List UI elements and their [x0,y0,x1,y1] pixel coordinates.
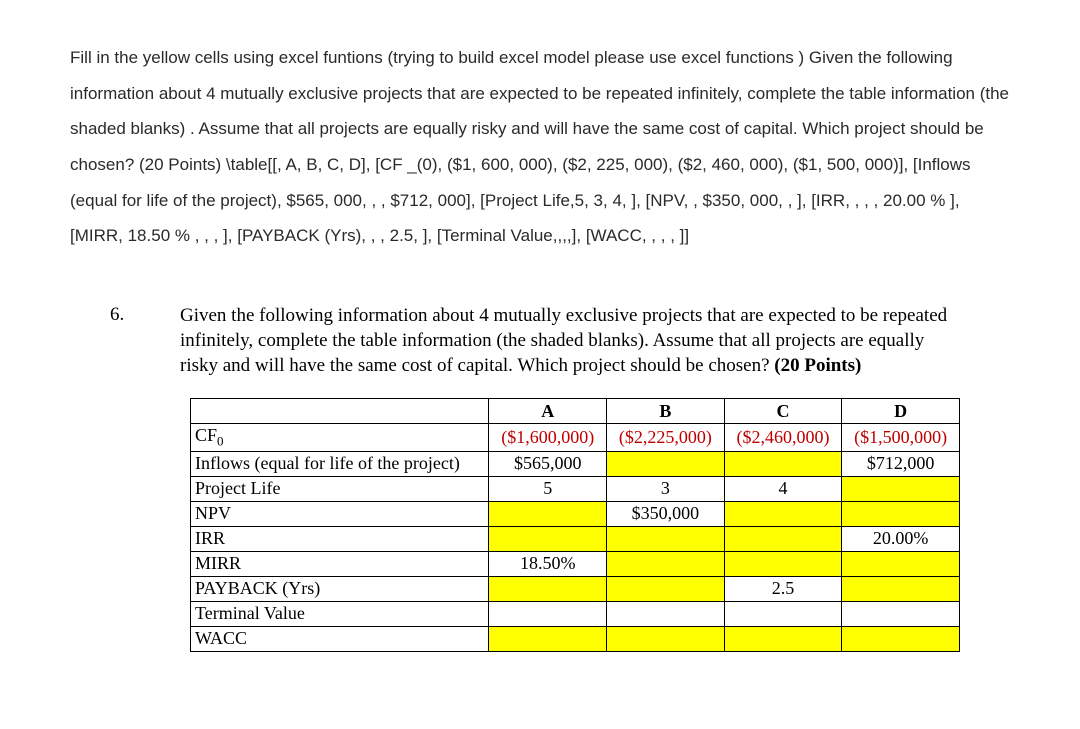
row-label: MIRR [191,551,489,576]
table-cell: 2.5 [724,576,842,601]
table-cell: 20.00% [842,526,960,551]
table-cell [489,601,607,626]
table-header-b: B [607,399,725,424]
table-cell [607,451,725,476]
row-label: Inflows (equal for life of the project) [191,451,489,476]
table-cell: ($2,460,000) [724,424,842,452]
row-label: WACC [191,626,489,651]
table-header-c: C [724,399,842,424]
table-cell [489,576,607,601]
table-cell [489,526,607,551]
table-cell [842,601,960,626]
table-cell: 18.50% [489,551,607,576]
projects-table: ABCD CF0($1,600,000)($2,225,000)($2,460,0… [190,398,960,652]
table-cell [842,626,960,651]
question-block: 6. Given the following information about… [70,304,1010,378]
table-cell [724,526,842,551]
row-label: Terminal Value [191,601,489,626]
table-cell [724,501,842,526]
row-label: CF0 [191,424,489,452]
table-cell: ($1,600,000) [489,424,607,452]
table-cell: $350,000 [607,501,725,526]
question-number: 6. [110,304,180,378]
question-text: Given the following information about 4 … [180,304,960,378]
table-cell [607,626,725,651]
table-cell [724,601,842,626]
table-header-empty [191,399,489,424]
table-cell [842,501,960,526]
table-cell [607,551,725,576]
row-label: NPV [191,501,489,526]
table-header-d: D [842,399,960,424]
table-cell [724,626,842,651]
instructions-text: Fill in the yellow cells using excel fun… [70,40,1010,254]
row-label: PAYBACK (Yrs) [191,576,489,601]
table-cell: 5 [489,476,607,501]
table-cell: 3 [607,476,725,501]
table-cell: ($2,225,000) [607,424,725,452]
row-label: Project Life [191,476,489,501]
table-cell [489,501,607,526]
table-cell [842,476,960,501]
table-cell [842,551,960,576]
table-cell [842,576,960,601]
table-cell [607,601,725,626]
table-header-a: A [489,399,607,424]
table-cell: $565,000 [489,451,607,476]
table-cell: $712,000 [842,451,960,476]
table-cell [607,526,725,551]
table-cell [489,626,607,651]
table-cell: ($1,500,000) [842,424,960,452]
row-label: IRR [191,526,489,551]
table-cell [724,551,842,576]
table-cell: 4 [724,476,842,501]
question-text-points: (20 Points) [774,355,861,376]
table-cell [607,576,725,601]
table-cell [724,451,842,476]
